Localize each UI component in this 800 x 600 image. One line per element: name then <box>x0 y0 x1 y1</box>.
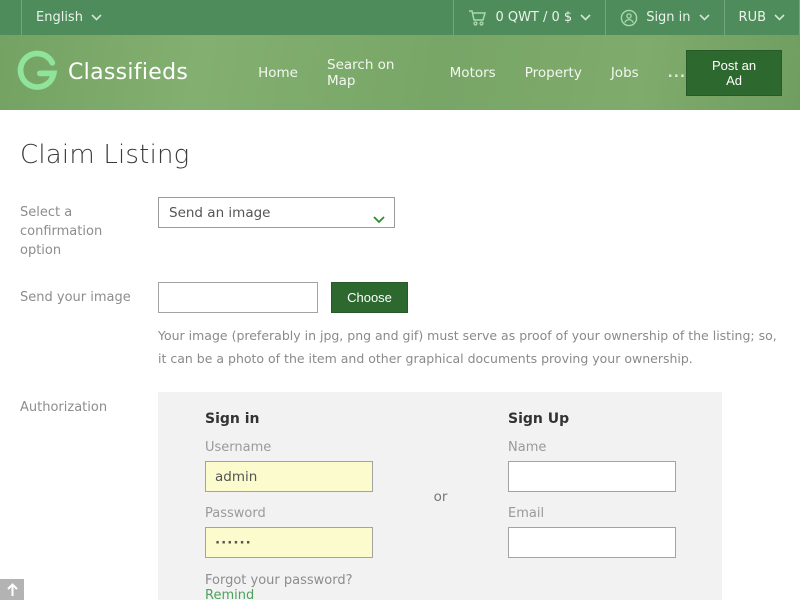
authorization-panel: Sign in Username Password Forgot your pa… <box>158 392 722 600</box>
name-label: Name <box>508 440 676 455</box>
confirmation-option-row: Select a confirmation option Send an ima… <box>20 197 780 261</box>
scroll-to-top-button[interactable] <box>0 579 24 600</box>
send-image-row: Send your image Choose Your image (prefe… <box>20 282 780 372</box>
language-selector[interactable]: English <box>21 0 116 35</box>
post-an-ad-button[interactable]: Post an Ad <box>686 50 782 96</box>
page-title: Claim Listing <box>20 140 780 170</box>
confirmation-option-select[interactable]: Send an image <box>158 197 395 228</box>
brand-name: Classifieds <box>68 60 188 85</box>
nav-item-motors[interactable]: Motors <box>450 65 496 81</box>
nav-item-search-on-map[interactable]: Search on Map <box>327 57 421 89</box>
cart-dropdown[interactable]: 0 QWT / 0 $ <box>453 0 605 35</box>
chevron-down-icon <box>91 10 102 25</box>
image-help-text: Your image (preferably in jpg, png and g… <box>158 324 778 372</box>
choose-file-button[interactable]: Choose <box>331 282 408 313</box>
user-icon <box>620 9 638 27</box>
signin-form: Sign in Username Password Forgot your pa… <box>205 411 373 600</box>
nav-item-jobs[interactable]: Jobs <box>611 65 639 81</box>
forgot-password-text: Forgot your password? <box>205 573 353 588</box>
send-image-label: Send your image <box>20 282 158 372</box>
language-label: English <box>36 10 83 25</box>
email-label: Email <box>508 506 676 521</box>
name-field[interactable] <box>508 461 676 492</box>
username-label: Username <box>205 440 373 455</box>
confirmation-option-label: Select a confirmation option <box>20 197 158 261</box>
signup-form: Sign Up Name Email <box>508 411 676 600</box>
main-nav: Home Search on Map Motors Property Jobs … <box>258 57 686 89</box>
authorization-label: Authorization <box>20 392 158 600</box>
username-field[interactable] <box>205 461 373 492</box>
currency-selector[interactable]: RUB <box>724 0 800 35</box>
currency-label: RUB <box>739 10 766 25</box>
chevron-down-icon <box>699 10 710 25</box>
email-field[interactable] <box>508 527 676 558</box>
signin-dropdown[interactable]: Sign in <box>605 0 723 35</box>
chevron-down-icon <box>774 10 785 25</box>
topbar-spacer <box>116 0 453 35</box>
forgot-password-line: Forgot your password? Remind <box>205 573 373 600</box>
nav-more-menu[interactable]: ... <box>668 65 686 81</box>
nav-item-property[interactable]: Property <box>525 65 582 81</box>
password-field[interactable] <box>205 527 373 558</box>
arrow-up-icon <box>6 579 19 600</box>
chevron-down-icon <box>580 10 591 25</box>
or-separator: or <box>373 411 508 600</box>
cart-icon <box>468 9 487 26</box>
brand-logo-link[interactable]: Classifieds <box>14 48 188 98</box>
signin-label: Sign in <box>646 10 690 25</box>
authorization-row: Authorization Sign in Username Password … <box>20 392 780 600</box>
site-header: Classifieds Home Search on Map Motors Pr… <box>0 35 800 110</box>
cart-total-label: 0 QWT / 0 $ <box>495 10 572 25</box>
password-label: Password <box>205 506 373 521</box>
signin-heading: Sign in <box>205 411 373 427</box>
main-content: Claim Listing Select a confirmation opti… <box>0 140 800 600</box>
signup-heading: Sign Up <box>508 411 676 427</box>
nav-item-home[interactable]: Home <box>258 65 298 81</box>
confirmation-select-wrapper: Send an image <box>158 197 395 228</box>
top-bar: English 0 QWT / 0 $ Sign in RUB <box>0 0 800 35</box>
image-file-input[interactable] <box>158 282 318 313</box>
classifieds-logo-icon <box>14 48 60 98</box>
remind-link[interactable]: Remind <box>205 588 254 600</box>
